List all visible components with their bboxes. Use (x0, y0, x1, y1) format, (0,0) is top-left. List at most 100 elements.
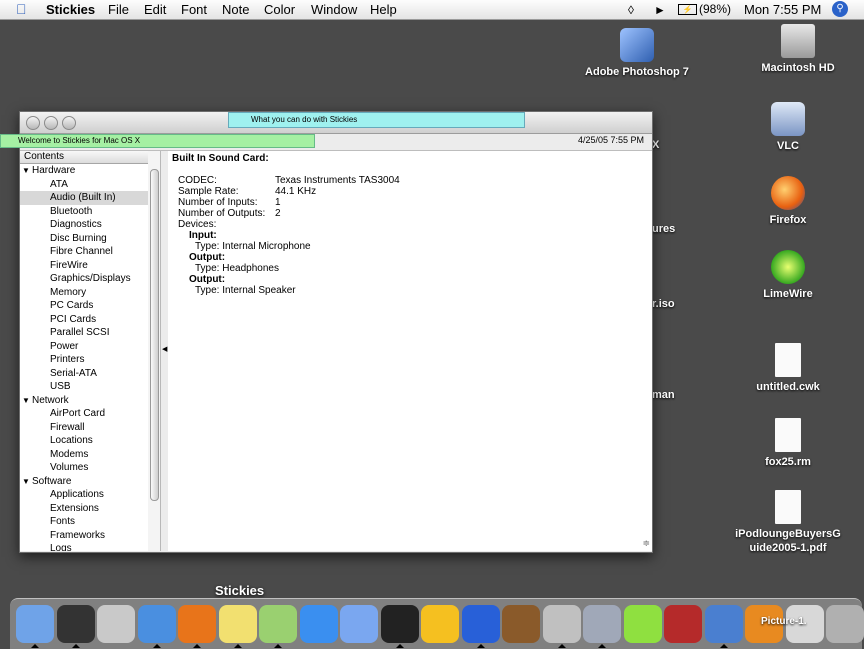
menu-edit[interactable]: Edit (144, 2, 166, 17)
contents-pane: Contents ▼ Hardware ATA Audio (Built In) Blu… (20, 151, 149, 551)
tree-item[interactable]: Modems (20, 448, 148, 462)
close-button[interactable] (26, 116, 40, 130)
wifi-icon[interactable]: ◊ (628, 3, 634, 17)
stickies-icon[interactable] (218, 605, 257, 643)
desktop-icon-limewire[interactable]: LimeWire (728, 250, 848, 301)
tree-item[interactable]: Applications (20, 488, 148, 502)
book-icon[interactable] (502, 605, 540, 643)
menu-window[interactable]: Window (311, 2, 357, 17)
menu-file[interactable]: File (108, 2, 129, 17)
menu-font[interactable]: Font (181, 2, 207, 17)
tree-item-label: FireWire (50, 259, 88, 271)
tree-item[interactable]: FireWire (20, 259, 148, 273)
tree-item[interactable]: Logs (20, 542, 148, 551)
dvd-icon[interactable] (542, 605, 581, 643)
dashboard-icon[interactable] (56, 605, 95, 643)
minimize-button[interactable] (44, 116, 58, 130)
tree-item[interactable]: Firewall (20, 421, 148, 435)
finder-icon[interactable] (16, 605, 54, 643)
apple-menu-icon[interactable]:  (16, 1, 27, 17)
firefox-icon[interactable] (178, 605, 216, 643)
desktop-partial-label[interactable]: X (652, 139, 659, 151)
tree-item[interactable]: Power (20, 340, 148, 354)
tree-item[interactable]: Audio (Built In) (20, 191, 148, 205)
desktop-partial-label[interactable]: ures (652, 223, 675, 235)
contents-header[interactable]: Contents (20, 151, 148, 164)
tree-item[interactable]: ATA (20, 178, 148, 192)
preview-icon[interactable] (583, 605, 621, 643)
tree-group[interactable]: ▼ Software (20, 475, 148, 489)
quicktime-icon[interactable] (299, 605, 338, 643)
limewire-icon[interactable] (623, 605, 662, 643)
tree-item[interactable]: Fonts (20, 515, 148, 529)
system-profiler-icon[interactable] (704, 605, 743, 643)
terminal-icon[interactable] (380, 605, 419, 643)
desktop-icon-firefox[interactable]: Firefox (728, 176, 848, 227)
tree-item[interactable]: Printers (20, 353, 148, 367)
tree-item[interactable]: Graphics/Displays (20, 272, 148, 286)
frog-icon[interactable] (461, 605, 500, 643)
tree-item[interactable]: PC Cards (20, 299, 148, 313)
tree-group[interactable]: ▼ Hardware (20, 164, 148, 178)
desktop-icon-fox25-rm[interactable]: fox25.rm (728, 418, 848, 469)
tree-item[interactable]: Disc Burning (20, 232, 148, 246)
desktop-partial-label[interactable]: r.iso (652, 298, 675, 310)
tree-item-label: PC Cards (50, 300, 94, 311)
volume-icon[interactable]: ► (654, 3, 666, 17)
desktop-partial-label[interactable]: man (652, 389, 675, 401)
tree-item[interactable]: Locations (20, 434, 148, 448)
disclosure-triangle-icon[interactable]: ▼ (22, 394, 32, 408)
tree-item[interactable]: Serial-ATA (20, 367, 148, 381)
aim-icon[interactable] (421, 605, 459, 643)
input-label: Input: (189, 230, 217, 241)
tree-item[interactable]: Memory (20, 286, 148, 300)
disclosure-triangle-icon[interactable]: ▼ (22, 164, 32, 178)
vlc-icon (771, 102, 805, 136)
menu-color[interactable]: Color (264, 2, 295, 17)
system-preferences-icon[interactable] (97, 605, 135, 643)
resize-grip-icon[interactable]: ≑ (642, 538, 650, 549)
tree-item[interactable]: Diagnostics (20, 218, 148, 232)
tree-item[interactable]: Fibre Channel (20, 245, 148, 259)
spotlight-icon[interactable]: ⚲ (832, 1, 848, 17)
tree-item[interactable]: USB (20, 380, 148, 394)
ichat-icon[interactable] (340, 605, 378, 643)
detail-value: 44.1 KHz (275, 186, 317, 197)
dictionary-icon[interactable] (664, 605, 702, 643)
itunes-icon[interactable] (259, 605, 297, 643)
sticky-note-cyan[interactable]: What you can do with Stickies (228, 112, 525, 128)
tree-item-label: Fonts (50, 516, 76, 527)
menu-note[interactable]: Note (222, 2, 249, 17)
desktop-icon-label: iPodloungeBuyersGuide2005-1.pdf (735, 528, 841, 554)
tree-item[interactable]: PCI Cards (20, 313, 148, 327)
tree-item[interactable]: Extensions (20, 502, 148, 516)
battery-icon[interactable]: ⚡ (678, 4, 697, 15)
pdf-icon (775, 490, 801, 524)
desktop-icon-pdf[interactable]: iPodloungeBuyersGuide2005-1.pdf (728, 490, 848, 555)
trash-icon[interactable] (826, 605, 864, 643)
menu-app-stickies[interactable]: Stickies (46, 2, 95, 17)
tree-item[interactable]: Parallel SCSI (20, 326, 148, 340)
pane-splitter[interactable]: ◀ (161, 151, 168, 551)
disclosure-triangle-icon[interactable]: ▼ (22, 475, 32, 489)
zoom-button[interactable] (62, 116, 76, 130)
desktop-icon-vlc[interactable]: VLC (728, 102, 848, 153)
desktop-icon-macintosh-hd[interactable]: Macintosh HD (738, 24, 858, 75)
tree-item[interactable]: AirPort Card (20, 407, 148, 421)
dock (10, 598, 864, 649)
menu-help[interactable]: Help (370, 2, 397, 17)
desktop-icon-photoshop[interactable]: Adobe Photoshop 7 (577, 28, 697, 79)
scroll-thumb[interactable] (150, 169, 159, 501)
tree-group[interactable]: ▼ Network (20, 394, 148, 408)
tree-item[interactable]: Volumes (20, 461, 148, 475)
menu-clock[interactable]: Mon 7:55 PM (744, 2, 821, 17)
safari-icon[interactable] (137, 605, 176, 643)
tree-item[interactable]: Frameworks (20, 529, 148, 543)
tree-item-label: Fibre Channel (50, 246, 113, 257)
limewire-icon (771, 250, 805, 284)
contents-scrollbar[interactable] (148, 151, 161, 551)
tree-item-label: Bluetooth (50, 205, 93, 217)
tree-item[interactable]: Bluetooth (20, 205, 148, 219)
desktop-icon-untitled-cwk[interactable]: untitled.cwk (728, 343, 848, 394)
sticky-note-green[interactable]: Welcome to Stickies for Mac OS X (0, 134, 315, 148)
